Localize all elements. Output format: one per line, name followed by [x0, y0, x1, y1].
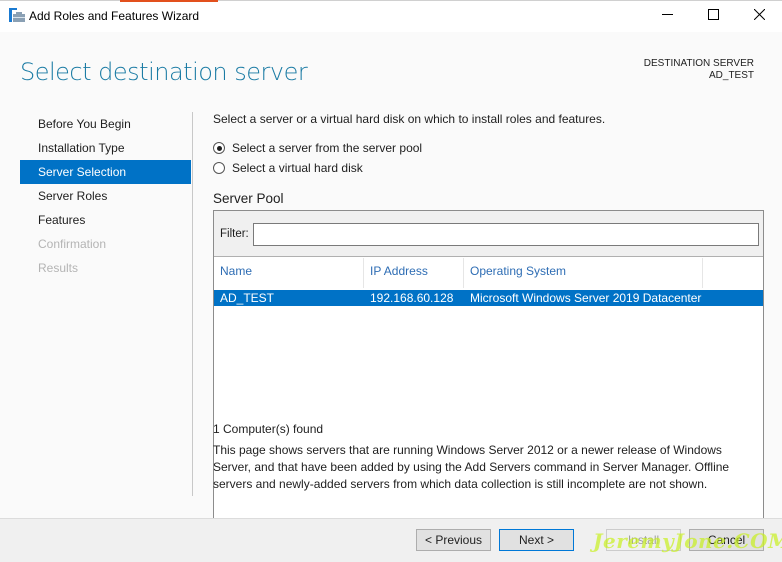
column-header-ip-address[interactable]: IP Address — [364, 258, 464, 288]
wizard-footer: < Previous Next > Install Cancel JeremyJ… — [0, 518, 782, 562]
next-button[interactable]: Next > — [499, 529, 574, 551]
intro-text: Select a server or a virtual hard disk o… — [213, 112, 606, 126]
nav-item-features[interactable]: Features — [20, 208, 191, 232]
filter-input[interactable] — [253, 223, 759, 246]
install-button: Install — [606, 529, 681, 551]
destination-server-info: DESTINATION SERVER AD_TEST — [644, 58, 754, 82]
column-header-name[interactable]: Name — [214, 258, 364, 288]
radio-virtual-hard-disk[interactable] — [213, 162, 225, 174]
maximize-button[interactable] — [690, 0, 736, 32]
column-header-empty — [703, 258, 763, 288]
nav-item-server-selection[interactable]: Server Selection — [20, 160, 191, 184]
close-button[interactable] — [736, 0, 782, 32]
nav-item-server-roles[interactable]: Server Roles — [20, 184, 191, 208]
option-server-pool-label[interactable]: Select a server from the server pool — [232, 141, 422, 155]
server-pool-title: Server Pool — [213, 191, 284, 206]
maximize-icon — [707, 9, 719, 23]
taskbar-accent — [120, 0, 218, 2]
sidebar-divider — [192, 112, 193, 496]
grid-header: Name IP Address Operating System — [214, 258, 763, 288]
option-server-pool[interactable]: Select a server from the server pool — [213, 141, 422, 155]
cell-ip-address: 192.168.60.128 — [370, 291, 454, 305]
cell-name: AD_TEST — [220, 291, 275, 305]
window-title: Add Roles and Features Wizard — [29, 9, 200, 23]
option-virtual-hard-disk[interactable]: Select a virtual hard disk — [213, 161, 363, 175]
close-icon — [753, 8, 765, 23]
column-header-operating-system[interactable]: Operating System — [464, 258, 703, 288]
filter-label: Filter: — [220, 228, 249, 240]
nav-item-installation-type[interactable]: Installation Type — [20, 136, 191, 160]
radio-server-pool[interactable] — [213, 142, 225, 154]
server-manager-icon — [9, 8, 25, 24]
filter-bar: Filter: — [214, 211, 763, 257]
nav-item-confirmation: Confirmation — [38, 237, 107, 251]
computers-found-count: 1 Computer(s) found — [213, 422, 324, 436]
cancel-button[interactable]: Cancel — [689, 529, 764, 551]
minimize-icon — [661, 9, 673, 23]
wizard-header: Select destination server DESTINATION SE… — [0, 32, 782, 108]
wizard-steps-nav: Before You Begin Installation Type Serve… — [20, 112, 191, 280]
description-text: This page shows servers that are running… — [213, 443, 730, 491]
destination-server-label: DESTINATION SERVER — [643, 58, 754, 69]
table-row[interactable]: AD_TEST 192.168.60.128 Microsoft Windows… — [214, 290, 763, 306]
minimize-button[interactable] — [644, 0, 690, 32]
nav-item-results: Results — [38, 261, 79, 275]
destination-server-value: AD_TEST — [708, 70, 754, 81]
title-bar: Add Roles and Features Wizard — [0, 0, 782, 32]
previous-button[interactable]: < Previous — [416, 529, 491, 551]
option-virtual-hard-disk-label[interactable]: Select a virtual hard disk — [232, 161, 363, 175]
nav-item-before-you-begin[interactable]: Before You Begin — [20, 112, 191, 136]
cell-operating-system: Microsoft Windows Server 2019 Datacenter — [470, 291, 702, 305]
page-title: Select destination server — [20, 58, 308, 86]
